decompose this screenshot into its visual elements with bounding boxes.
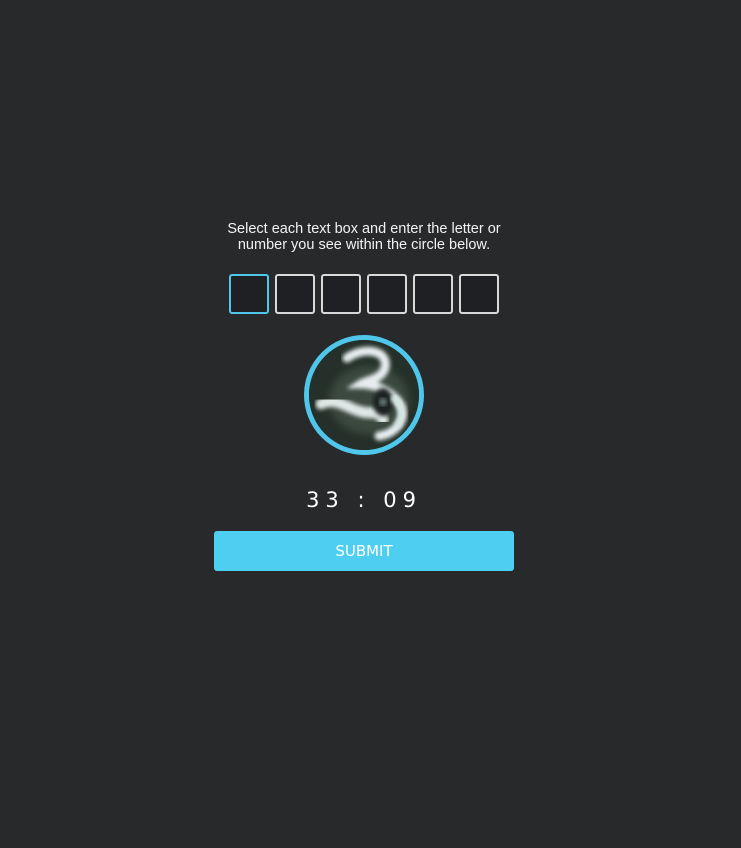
code-input-1[interactable]: [229, 274, 269, 314]
captcha-page: Select each text box and enter the lette…: [0, 0, 741, 848]
code-input-2[interactable]: [275, 274, 315, 314]
code-input-4[interactable]: [367, 274, 407, 314]
captcha-character-image: [304, 335, 424, 455]
code-input-6[interactable]: [459, 274, 499, 314]
instructions-text: Select each text box and enter the lette…: [227, 221, 501, 253]
code-input-5[interactable]: [413, 274, 453, 314]
submit-button[interactable]: SUBMIT: [214, 531, 514, 571]
countdown-timer: 33 : 09: [306, 488, 422, 512]
captcha-glyph: [309, 340, 419, 450]
code-input-3[interactable]: [321, 274, 361, 314]
code-input-group: [229, 274, 499, 314]
